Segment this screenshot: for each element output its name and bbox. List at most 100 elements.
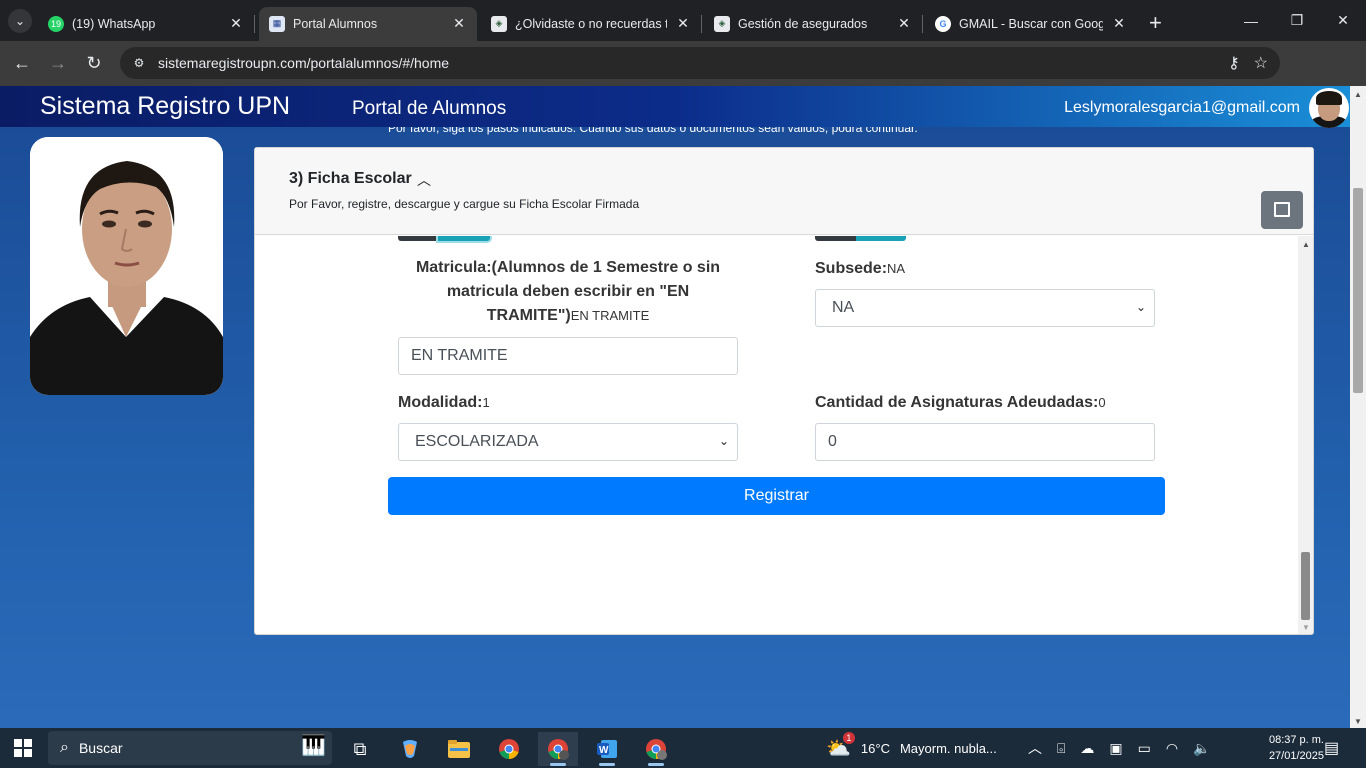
minimize-icon[interactable]: — <box>1228 0 1274 41</box>
word-icon[interactable]: W <box>587 732 627 766</box>
task-view-icon[interactable]: ⧉ <box>340 732 380 766</box>
panel-title: 3) Ficha Escolar <box>289 170 412 187</box>
svg-text:W: W <box>599 745 609 756</box>
panel-scrollbar-thumb[interactable] <box>1301 552 1310 620</box>
forward-icon[interactable]: → <box>43 49 73 79</box>
close-icon[interactable]: ✕ <box>675 15 691 32</box>
button-stub-dark[interactable] <box>815 236 856 241</box>
weather-widget[interactable]: ⛅ 1 16°C Mayorm. nubla... <box>826 728 997 768</box>
button-stub-dark[interactable] <box>398 236 438 241</box>
scroll-up-arrow-icon[interactable]: ▲ <box>1302 240 1310 249</box>
site-title: Sistema Registro UPN <box>40 92 291 120</box>
modalidad-selected-value: ESCOLARIZADA <box>415 433 539 450</box>
windows-start-icon[interactable] <box>14 739 32 757</box>
clock[interactable]: 08:37 p. m. 27/01/2025 <box>1269 732 1324 764</box>
tab-portal-alumnos[interactable]: ▦ Portal Alumnos ✕ <box>259 6 477 41</box>
clock-date: 27/01/2025 <box>1268 750 1324 762</box>
ficha-escolar-panel: 3) Ficha Escolar ︿ Por Favor, registre, … <box>254 147 1314 635</box>
restore-icon[interactable]: ❐ <box>1274 0 1320 41</box>
close-icon[interactable]: ✕ <box>228 15 244 32</box>
password-key-icon[interactable]: ⚷ <box>1228 53 1240 73</box>
partly-cloudy-icon: ⛅ 1 <box>826 731 855 761</box>
tab-whatsapp[interactable]: 19 (19) WhatsApp ✕ <box>38 7 254 41</box>
wifi-icon[interactable]: ◠ <box>1166 740 1178 757</box>
modalidad-label-text: Modalidad: <box>398 394 483 411</box>
panel-body: Matricula:(Alumnos de 1 Semestre o sin m… <box>255 236 1297 634</box>
tab-title: ¿Olvidaste o no recuerdas tu <box>515 16 667 31</box>
asignaturas-current-value: 0 <box>1098 395 1106 410</box>
tab-title: Portal Alumnos <box>293 16 378 31</box>
subsede-current-value: NA <box>887 261 906 276</box>
battery-icon[interactable]: ▭ <box>1138 740 1151 757</box>
window-close-icon[interactable]: ✕ <box>1320 0 1366 41</box>
chevron-down-icon: ⌄ <box>718 434 729 448</box>
close-icon[interactable]: ✕ <box>451 15 467 32</box>
tab-divider <box>254 14 255 33</box>
close-icon[interactable]: ✕ <box>1111 15 1127 32</box>
meet-now-icon[interactable]: ⌻ <box>1057 740 1065 757</box>
browser-tab-bar: ⌄ 19 (19) WhatsApp ✕ ▦ Portal Alumnos ✕ … <box>0 0 1366 41</box>
weather-desc: Mayorm. nubla... <box>899 740 997 756</box>
reload-icon[interactable]: ↻ <box>79 49 109 79</box>
weather-badge: 1 <box>842 731 855 744</box>
matricula-label-text: Matricula:(Alumnos de 1 Semestre o sin m… <box>415 259 721 324</box>
matricula-input[interactable]: EN TRAMITE <box>398 337 738 375</box>
chrome-profile-icon[interactable] <box>538 732 578 766</box>
portal-title: Portal de Alumnos <box>352 98 507 119</box>
notifications-icon[interactable]: ▤ <box>1324 728 1339 768</box>
address-bar[interactable]: ⚙ sistemaregistroupn.com/portalalumnos/#… <box>120 47 1280 79</box>
scroll-up-arrow-icon[interactable]: ▲ <box>1354 90 1362 99</box>
site-settings-icon[interactable]: ⚙ <box>130 54 148 72</box>
button-stub-info[interactable] <box>438 236 490 241</box>
page-scrollbar[interactable]: ▲ ▼ <box>1350 86 1366 728</box>
subsede-label: Subsede:NA <box>815 260 905 278</box>
tab-divider <box>701 14 702 33</box>
tab-search-chevron-icon[interactable]: ⌄ <box>8 8 32 33</box>
tab-title: Gestión de asegurados <box>738 16 868 31</box>
subsede-label-text: Subsede: <box>815 260 888 277</box>
file-explorer-icon[interactable] <box>439 732 479 766</box>
student-photo <box>30 137 223 395</box>
panel-scrollbar[interactable]: ▲ ▼ <box>1298 236 1313 634</box>
registrar-button[interactable]: Registrar <box>388 477 1165 515</box>
subsede-select[interactable]: NA ⌄ <box>815 289 1155 327</box>
button-stub-info[interactable] <box>856 236 906 241</box>
copilot-icon[interactable] <box>390 732 430 766</box>
url-text: sistemaregistroupn.com/portalalumnos/#/h… <box>158 55 450 71</box>
chrome-icon[interactable] <box>489 732 529 766</box>
panel-header[interactable]: 3) Ficha Escolar ︿ Por Favor, registre, … <box>255 148 1313 235</box>
matricula-input-value: EN TRAMITE <box>411 347 508 364</box>
scroll-down-arrow-icon[interactable]: ▼ <box>1302 623 1310 632</box>
volume-icon[interactable]: 🔈 <box>1193 740 1210 757</box>
close-icon[interactable]: ✕ <box>896 15 912 32</box>
tab-gestion-asegurados[interactable]: ◈ Gestión de asegurados ✕ <box>704 7 922 41</box>
asignaturas-label-text: Cantidad de Asignaturas Adeudadas: <box>815 394 1099 411</box>
chevron-down-icon: ⌄ <box>1135 300 1146 314</box>
modalidad-current-value: 1 <box>482 395 490 410</box>
modalidad-select[interactable]: ESCOLARIZADA ⌄ <box>398 423 738 461</box>
page-scrollbar-thumb[interactable] <box>1353 188 1363 393</box>
imss-favicon-icon: ◈ <box>491 15 507 32</box>
maximize-button[interactable] <box>1261 191 1303 229</box>
onedrive-cloud-icon[interactable]: ☁ <box>1080 740 1094 757</box>
student-portrait-image <box>30 137 223 395</box>
tab-olvidaste[interactable]: ◈ ¿Olvidaste o no recuerdas tu ✕ <box>481 7 701 41</box>
new-tab-plus-icon[interactable]: + <box>1149 10 1162 36</box>
taskbar-search[interactable]: ⌕ Buscar 🎹 <box>48 731 332 765</box>
user-email[interactable]: Leslymoralesgarcia1@gmail.com <box>1064 99 1300 117</box>
site-header: Sistema Registro UPN Portal de Alumnos L… <box>0 86 1350 128</box>
chrome-profile-2-icon[interactable] <box>636 732 676 766</box>
user-avatar[interactable] <box>1309 88 1349 128</box>
bookmark-star-icon[interactable]: ☆ <box>1254 53 1268 73</box>
back-icon[interactable]: ← <box>7 49 37 79</box>
tray-chevron-up-icon[interactable]: ︿ <box>1028 738 1042 758</box>
page-content: Por favor, siga los pasos indicados. Cua… <box>0 86 1350 728</box>
tab-gmail-google[interactable]: G GMAIL - Buscar con Google ✕ <box>925 7 1137 41</box>
chevron-up-icon[interactable]: ︿ <box>417 170 431 190</box>
search-placeholder: Buscar <box>78 740 123 756</box>
tray-app-icon[interactable]: ▣ <box>1109 740 1122 757</box>
scroll-down-arrow-icon[interactable]: ▼ <box>1354 717 1362 726</box>
portal-favicon-icon: ▦ <box>269 15 285 32</box>
modalidad-label: Modalidad:1 <box>398 394 490 412</box>
asignaturas-input[interactable]: 0 <box>815 423 1155 461</box>
